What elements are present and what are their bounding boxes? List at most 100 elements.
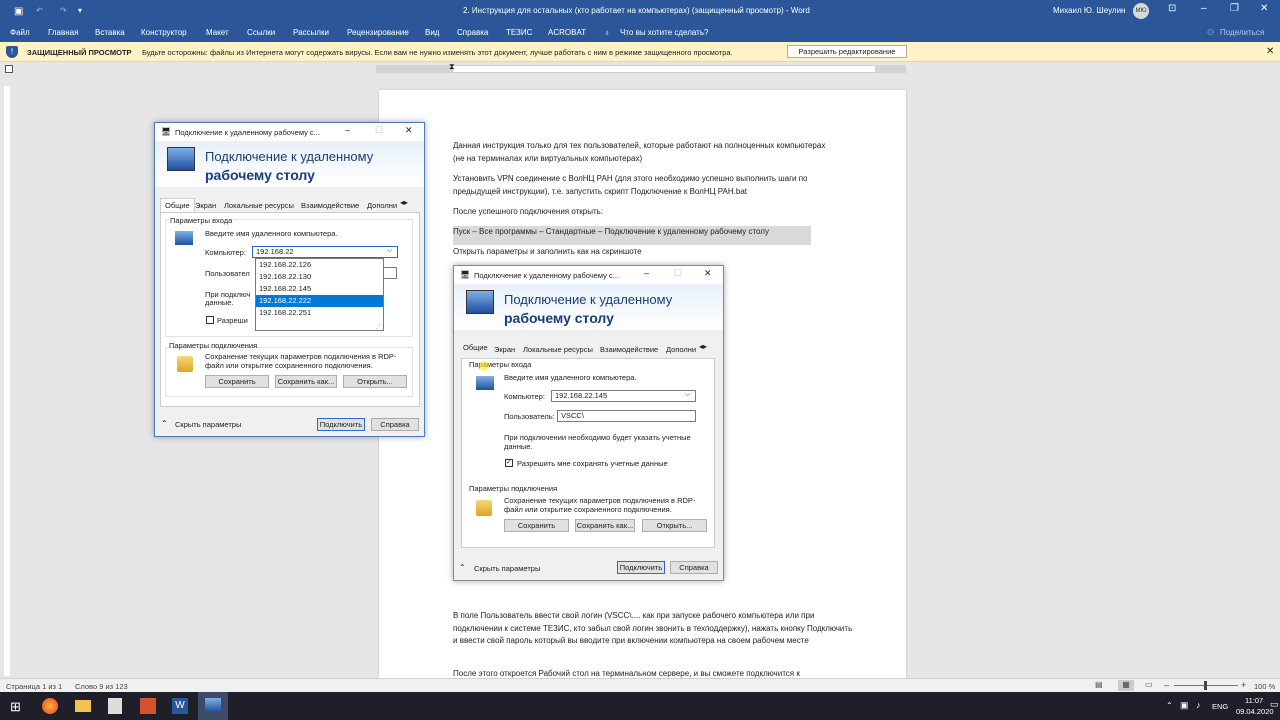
- shot-note: При подключении необходимо будет указать…: [504, 433, 691, 451]
- connect-button[interactable]: Подключить: [317, 418, 365, 431]
- rdp-dialog[interactable]: 🖥 Подключение к удаленному рабочему с...…: [154, 122, 425, 437]
- tell-me-search[interactable]: Что вы хотите сделать?: [620, 28, 708, 37]
- open-button[interactable]: Открыть...: [343, 375, 407, 388]
- share-button[interactable]: Поделиться: [1220, 28, 1264, 37]
- tab-display[interactable]: Экран: [195, 201, 216, 210]
- customize-toolbar-icon[interactable]: ▾: [78, 6, 82, 15]
- tab-selector-icon[interactable]: [5, 65, 13, 73]
- winrar-icon[interactable]: [140, 698, 156, 714]
- paragraph-vpn[interactable]: Установить VPN соединение с ВолНЦ РАН (д…: [453, 173, 853, 198]
- tab-tezis[interactable]: ТЕЗИС: [506, 28, 532, 37]
- notifications-icon[interactable]: ▭: [1270, 699, 1279, 710]
- zoom-level[interactable]: 100 %: [1254, 682, 1275, 691]
- rdp-taskbar-icon[interactable]: [205, 698, 221, 712]
- tab-design[interactable]: Конструктор: [141, 28, 187, 37]
- enable-editing-button[interactable]: Разрешить редактирование: [787, 45, 907, 58]
- paragraph-open-params[interactable]: Открыть параметры и заполнить как на скр…: [453, 246, 642, 259]
- tab-scroll-icon[interactable]: ◂▸: [400, 198, 408, 207]
- paragraph-user-field[interactable]: В поле Пользователь ввести свой логин (V…: [453, 610, 858, 648]
- clock-time[interactable]: 11:07: [1245, 696, 1263, 705]
- tab-general[interactable]: Общие: [160, 198, 195, 212]
- shot-banner: Подключение к удаленному рабочему столу: [454, 284, 723, 330]
- shot-connect-button: Подключить: [617, 561, 665, 574]
- tab-layout[interactable]: Макет: [206, 28, 229, 37]
- maximize-icon[interactable]: ☐: [375, 125, 383, 136]
- dropdown-item[interactable]: 192.168.22.251: [256, 307, 383, 319]
- rdp-titlebar[interactable]: 🖥 Подключение к удаленному рабочему с...…: [155, 123, 424, 141]
- tab-acrobat[interactable]: ACROBAT: [548, 28, 586, 37]
- ribbon-options-icon[interactable]: ⊡: [1168, 3, 1176, 14]
- tab-insert[interactable]: Вставка: [95, 28, 125, 37]
- zoom-in-icon[interactable]: +: [1241, 680, 1246, 690]
- tray-chevron-icon[interactable]: ⌃: [1166, 701, 1173, 710]
- file-explorer-icon[interactable]: [75, 700, 91, 712]
- minimize-icon[interactable]: –: [1201, 3, 1207, 14]
- windows-start-icon[interactable]: ⊞: [10, 699, 21, 715]
- tab-references[interactable]: Ссылки: [247, 28, 275, 37]
- clock-date[interactable]: 09.04.2020: [1236, 707, 1274, 716]
- dropdown-item[interactable]: 192.168.22.130: [256, 271, 383, 283]
- redo-icon[interactable]: ↷: [60, 6, 67, 15]
- page-count[interactable]: Страница 1 из 1: [6, 682, 62, 691]
- dropdown-item[interactable]: 192.168.22.126: [256, 259, 383, 271]
- minimize-icon[interactable]: –: [345, 125, 350, 135]
- zoom-out-icon[interactable]: –: [1164, 680, 1169, 690]
- calculator-icon[interactable]: [108, 698, 122, 714]
- user-field[interactable]: [383, 267, 397, 279]
- restore-icon[interactable]: ❐: [1230, 3, 1239, 14]
- conn-text: Сохранение текущих параметров подключени…: [205, 352, 397, 370]
- tab-experience[interactable]: Взаимодействие: [301, 201, 359, 210]
- save-creds-label[interactable]: Разреши: [217, 316, 248, 325]
- dropdown-item-selected[interactable]: 192.168.22.222: [256, 295, 383, 307]
- folder-icon: [177, 356, 193, 372]
- status-bar: Страница 1 из 1 Слово 9 из 123 ▤ ▦ ▭ – +…: [0, 678, 1280, 692]
- tab-review[interactable]: Рецензирование: [347, 28, 409, 37]
- tab-view[interactable]: Вид: [425, 28, 439, 37]
- tab-mailings[interactable]: Рассылки: [293, 28, 329, 37]
- tab-local-resources[interactable]: Локальные ресурсы: [224, 201, 294, 210]
- print-layout-icon[interactable]: ▦: [1118, 680, 1134, 691]
- tab-file[interactable]: Файл: [10, 28, 30, 37]
- horizontal-ruler[interactable]: ⧗: [0, 62, 1280, 76]
- share-icon[interactable]: ⚇: [1207, 28, 1214, 37]
- save-icon[interactable]: ▣: [14, 6, 23, 17]
- word-icon[interactable]: W: [172, 698, 188, 714]
- close-icon[interactable]: ✕: [1260, 3, 1268, 14]
- rdp-small-icon: 🖥: [460, 270, 471, 279]
- close-bar-icon[interactable]: ✕: [1266, 46, 1274, 57]
- indent-marker-icon[interactable]: ⧗: [449, 62, 455, 72]
- dropdown-item[interactable]: 192.168.22.145: [256, 283, 383, 295]
- computer-combobox[interactable]: 192.168.22: [252, 246, 398, 258]
- network-icon[interactable]: ▣: [1180, 700, 1189, 711]
- save-button[interactable]: Сохранить: [205, 375, 269, 388]
- hide-options-icon[interactable]: ⌃: [161, 419, 168, 428]
- save-as-button[interactable]: Сохранить как...: [275, 375, 337, 388]
- web-layout-icon[interactable]: ▭: [1145, 680, 1153, 689]
- read-mode-icon[interactable]: ▤: [1095, 680, 1103, 689]
- save-creds-checkbox[interactable]: [206, 316, 214, 324]
- paragraph-after[interactable]: После этого откроется Рабочий стол на те…: [453, 668, 858, 678]
- firefox-icon[interactable]: [42, 698, 58, 714]
- shot-user-field: VSCC\: [557, 410, 696, 422]
- language-indicator[interactable]: ENG: [1212, 702, 1228, 711]
- paragraph-intro[interactable]: Данная инструкция только для тех пользов…: [453, 140, 833, 165]
- tab-home[interactable]: Главная: [48, 28, 78, 37]
- vertical-ruler[interactable]: [0, 76, 14, 676]
- user-name[interactable]: Михаил Ю. Шеулин: [1053, 6, 1125, 15]
- resize-grip-icon[interactable]: ⋰: [376, 323, 382, 330]
- paragraph-after-connect[interactable]: После успешного подключения открыть:: [453, 206, 603, 219]
- volume-icon[interactable]: ♪: [1196, 700, 1201, 710]
- tab-advanced[interactable]: Дополни: [367, 201, 399, 210]
- avatar[interactable]: МЮ: [1133, 3, 1149, 19]
- tab-help[interactable]: Справка: [457, 28, 488, 37]
- shot-title: Подключение к удаленному рабочему с...: [474, 271, 619, 280]
- chevron-down-icon[interactable]: ⌵: [387, 247, 392, 255]
- paragraph-start-menu-path[interactable]: Пуск – Все программы – Стандартные – Под…: [453, 226, 811, 245]
- undo-icon[interactable]: ↶: [36, 6, 43, 15]
- word-count[interactable]: Слово 9 из 123: [75, 682, 128, 691]
- hide-options-link[interactable]: Скрыть параметры: [175, 420, 241, 429]
- close-icon[interactable]: ✕: [405, 125, 413, 136]
- zoom-thumb[interactable]: [1204, 681, 1207, 690]
- computer-dropdown-list[interactable]: 192.168.22.126 192.168.22.130 192.168.22…: [255, 258, 384, 331]
- help-button[interactable]: Справка: [371, 418, 419, 431]
